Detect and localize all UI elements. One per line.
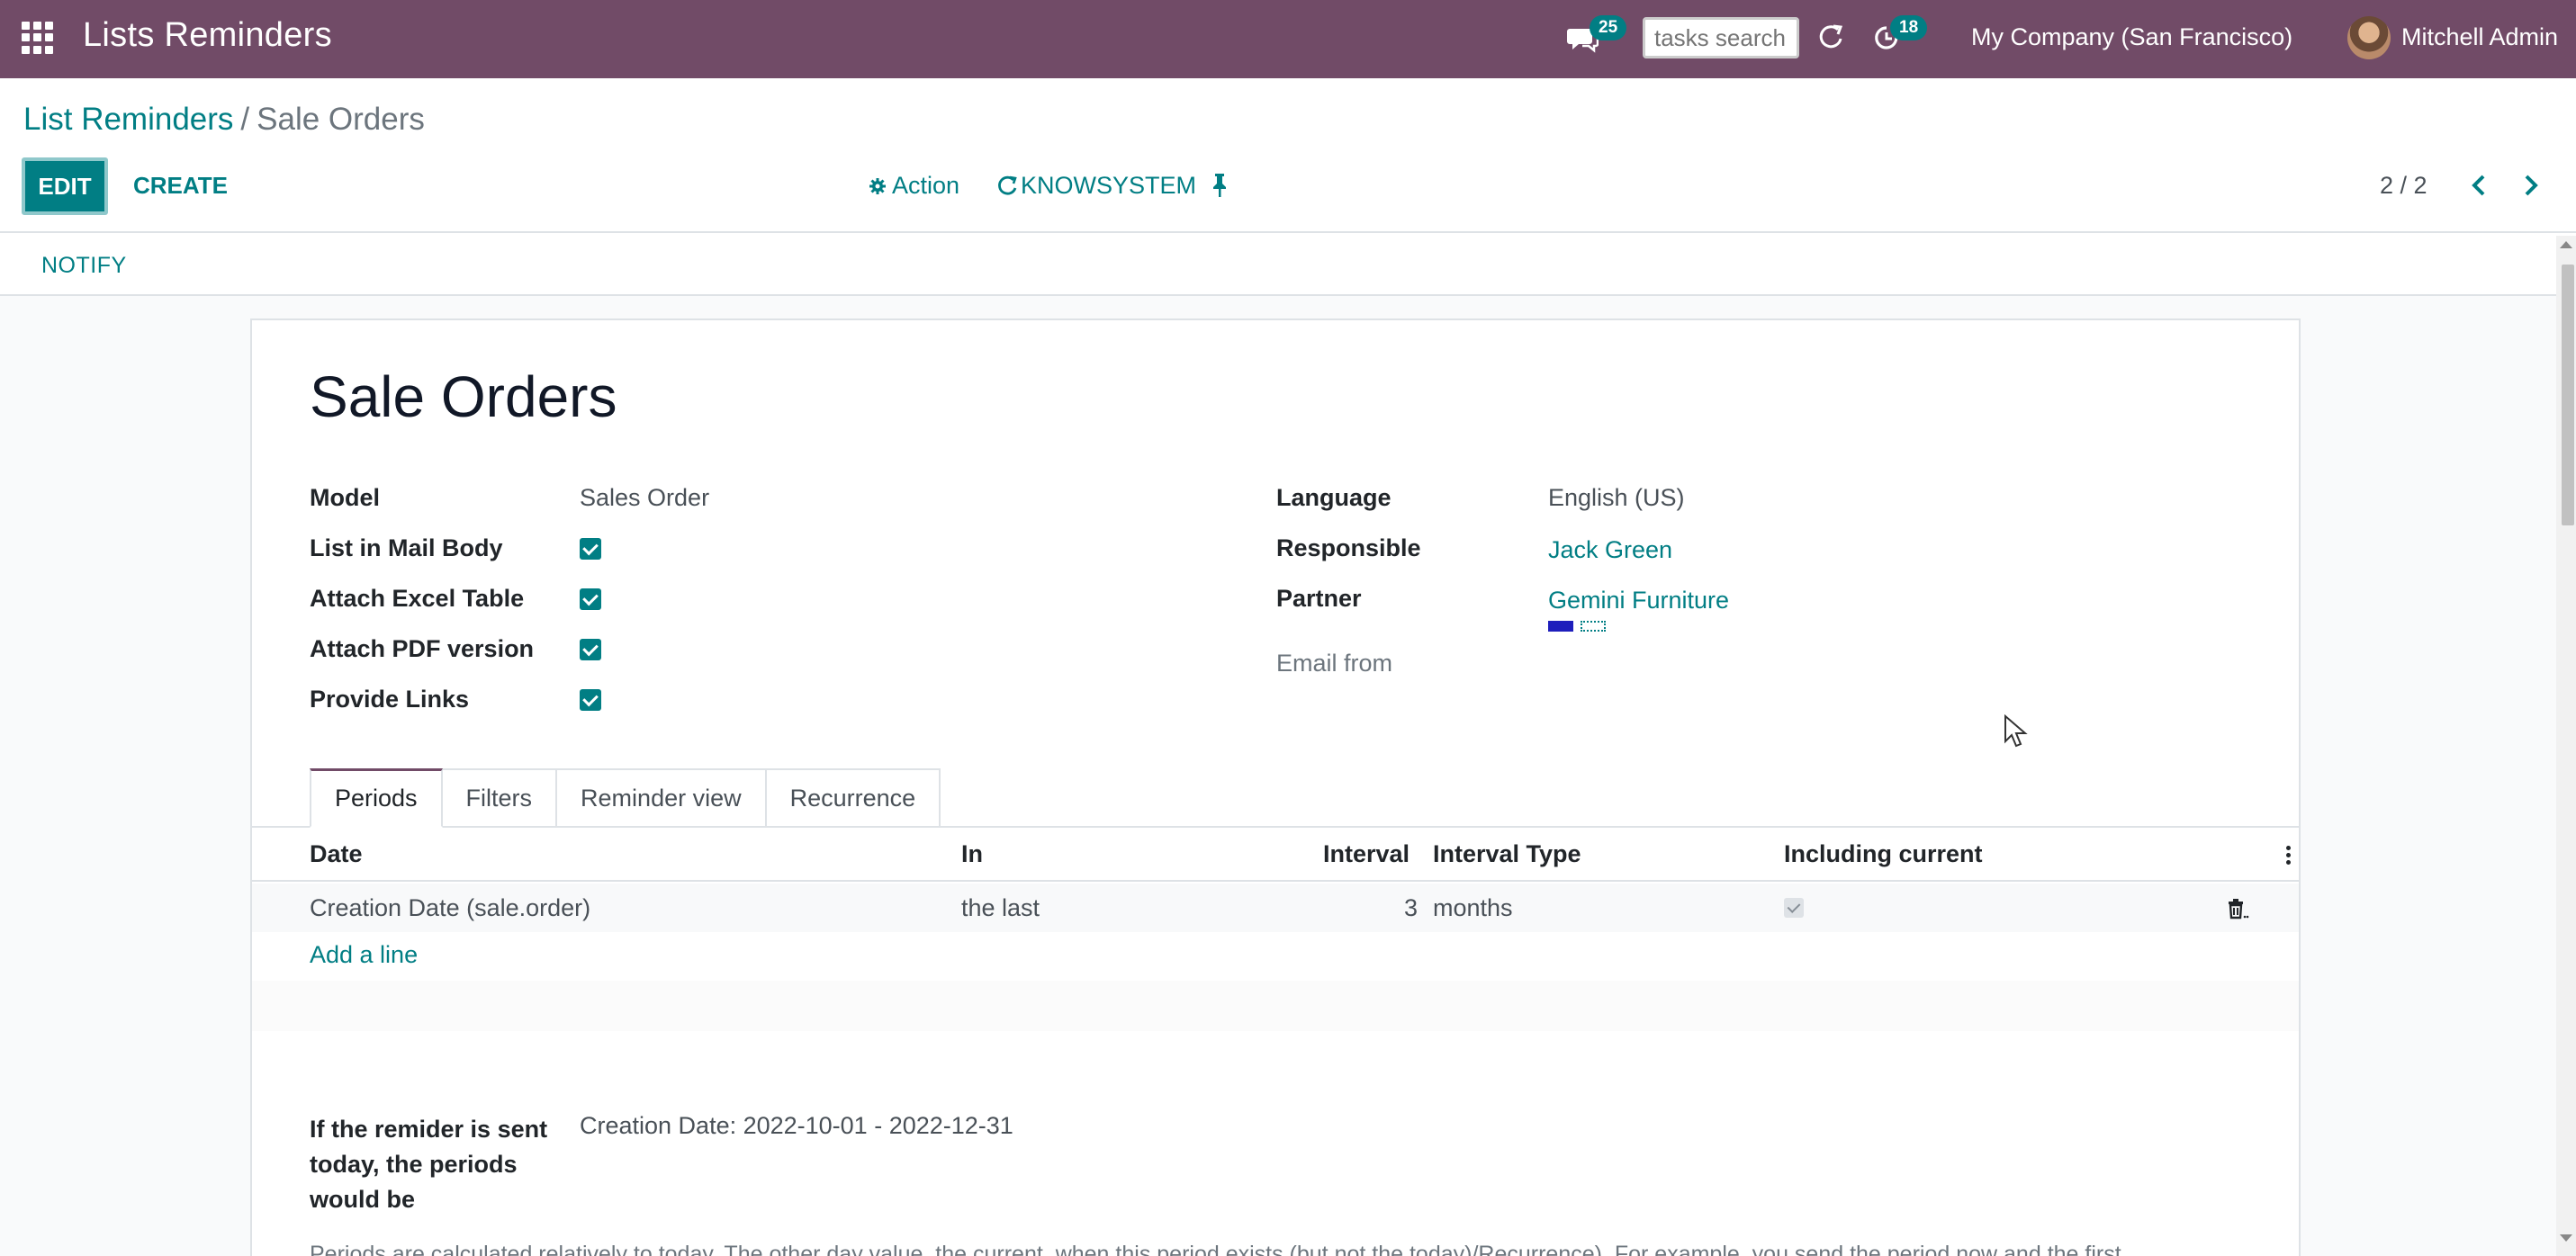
top-navbar: Lists Reminders 25 18 My Company (San Fr… xyxy=(0,0,2576,78)
tasks-search-input[interactable] xyxy=(1643,17,1799,58)
tab-periods[interactable]: Periods xyxy=(310,768,443,828)
tab-recurrence[interactable]: Recurrence xyxy=(766,768,941,828)
pager-previous-icon[interactable] xyxy=(2466,172,2493,199)
knowsystem-refresh-icon[interactable] xyxy=(1815,22,1847,54)
column-options-icon[interactable] xyxy=(2286,846,2292,866)
tab-reminder-view[interactable]: Reminder view xyxy=(557,768,767,828)
form-sheet: Sale Orders Model Sales Order List in Ma… xyxy=(250,318,2301,1256)
column-interval-type[interactable]: Interval Type xyxy=(1433,840,1581,868)
chat-count-badge: 25 xyxy=(1590,15,1627,40)
attach-pdf-version-label: Attach PDF version xyxy=(310,635,535,662)
user-menu[interactable]: Mitchell Admin xyxy=(2401,23,2558,51)
row-in: the last xyxy=(961,894,1040,921)
edit-button[interactable]: EDIT xyxy=(22,157,108,215)
knowsystem-label: KNOWSYSTEM xyxy=(1021,172,1197,199)
periods-help-note: Periods are calculated relatively to tod… xyxy=(310,1242,2140,1256)
row-interval: 3 xyxy=(1404,894,1419,921)
partner-tags xyxy=(1548,621,1606,632)
list-in-mail-body-checkbox[interactable] xyxy=(580,538,601,560)
column-in[interactable]: In xyxy=(961,840,983,868)
company-switcher[interactable]: My Company (San Francisco) xyxy=(1971,23,2292,51)
partner-link[interactable]: Gemini Furniture xyxy=(1548,587,1729,615)
responsible-link[interactable]: Jack Green xyxy=(1548,536,1672,564)
table-row[interactable]: Creation Date (sale.order) the last 3 mo… xyxy=(252,884,2299,932)
breadcrumb-separator: / xyxy=(240,102,250,137)
add-a-line-link[interactable]: Add a line xyxy=(310,941,418,969)
model-label: Model xyxy=(310,484,380,511)
app-title[interactable]: Lists Reminders xyxy=(83,16,332,55)
scroll-down-arrow-icon[interactable] xyxy=(2560,1234,2572,1242)
model-value: Sales Order xyxy=(580,484,710,511)
pin-icon[interactable] xyxy=(1208,172,1231,199)
user-avatar[interactable] xyxy=(2347,16,2391,59)
email-from-label: Email from xyxy=(1276,650,1393,677)
notify-button[interactable]: NOTIFY xyxy=(41,253,127,279)
trash-icon[interactable] xyxy=(2225,896,2250,921)
language-value: English (US) xyxy=(1548,484,1685,511)
record-title: Sale Orders xyxy=(310,364,617,429)
pager-value[interactable]: 2 / 2 xyxy=(2380,172,2427,200)
activity-count-badge: 18 xyxy=(1890,15,1928,40)
mouse-pointer-icon xyxy=(2004,714,2028,748)
column-date[interactable]: Date xyxy=(310,840,363,868)
partner-label: Partner xyxy=(1276,585,1362,612)
notebook-tabs: Periods Filters Reminder view Recurrence xyxy=(310,768,941,828)
row-including-current-checkbox xyxy=(1784,898,1804,918)
language-label: Language xyxy=(1276,484,1392,511)
breadcrumb: List Reminders / Sale Orders xyxy=(23,102,425,138)
periods-preview-label: If the remider is sent today, the period… xyxy=(310,1116,548,1213)
control-panel: List Reminders / Sale Orders EDIT CREATE A… xyxy=(0,78,2576,233)
provide-links-label: Provide Links xyxy=(310,686,470,713)
column-interval[interactable]: Interval xyxy=(1323,840,1410,868)
breadcrumb-current: Sale Orders xyxy=(257,102,425,137)
breadcrumb-parent-link[interactable]: List Reminders xyxy=(23,102,233,137)
tab-filters[interactable]: Filters xyxy=(442,768,558,828)
responsible-label: Responsible xyxy=(1276,534,1421,561)
form-statusbar: NOTIFY xyxy=(0,233,2576,296)
action-label: Action xyxy=(892,172,960,199)
scroll-up-arrow-icon[interactable] xyxy=(2560,241,2572,248)
attach-excel-table-checkbox[interactable] xyxy=(580,588,601,610)
row-date: Creation Date (sale.order) xyxy=(310,894,591,921)
knowsystem-button[interactable]: KNOWSYSTEM xyxy=(995,172,1196,200)
scrollbar-thumb[interactable] xyxy=(2562,265,2574,525)
list-in-mail-body-label: List in Mail Body xyxy=(310,534,503,561)
create-button[interactable]: CREATE xyxy=(133,172,228,200)
provide-links-checkbox[interactable] xyxy=(580,689,601,711)
attach-pdf-version-checkbox[interactable] xyxy=(580,639,601,660)
pager-next-icon[interactable] xyxy=(2517,172,2544,199)
periods-table-header: Date In Interval Interval Type Including… xyxy=(252,828,2299,882)
knowsystem-icon xyxy=(998,175,1017,195)
partner-tag-solid xyxy=(1548,621,1573,632)
action-menu-button[interactable]: Action xyxy=(869,172,959,200)
empty-table-row xyxy=(252,981,2299,1031)
partner-tag-dotted xyxy=(1581,621,1606,632)
row-interval-type: months xyxy=(1433,894,1513,921)
attach-excel-table-label: Attach Excel Table xyxy=(310,585,525,612)
column-including-current[interactable]: Including current xyxy=(1784,840,1983,868)
periods-preview-value: Creation Date: 2022-10-01 - 2022-12-31 xyxy=(580,1112,1013,1139)
gear-icon xyxy=(869,177,886,194)
apps-menu-icon[interactable] xyxy=(22,22,54,54)
